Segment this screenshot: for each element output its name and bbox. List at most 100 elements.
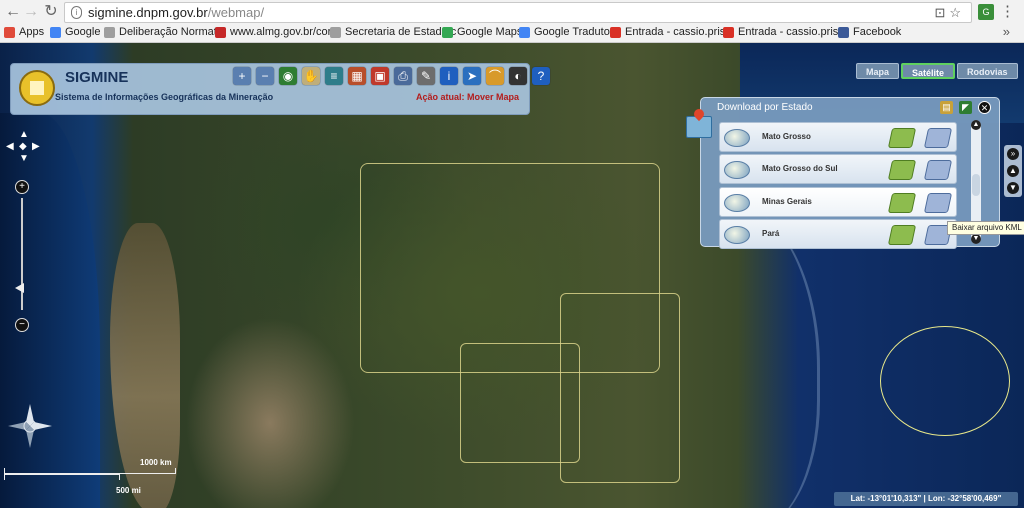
- kml-download-icon[interactable]: ◤: [959, 101, 972, 114]
- bookmark-8[interactable]: Entrada - cassio.prist: [723, 26, 841, 38]
- state-row[interactable]: Minas Gerais: [719, 187, 957, 217]
- shapefile-download-icon[interactable]: [887, 225, 917, 245]
- tool-buttons: + − ◉ ✋ ≡ ▦ ▣ ⎙ ✎ i ➤ ⌒ ◐?: [233, 67, 550, 85]
- extension-icon[interactable]: G: [978, 4, 994, 20]
- bookmark-star-icon[interactable]: ☆: [949, 5, 965, 20]
- pin-icon[interactable]: ➤: [463, 67, 481, 85]
- page-icon: [330, 26, 341, 38]
- expand-icon[interactable]: »: [1007, 148, 1019, 160]
- sigmine-logo: [19, 70, 55, 106]
- zoom-out-icon[interactable]: −: [256, 67, 274, 85]
- zoom-control: + −: [15, 180, 29, 332]
- draw-pencil-icon[interactable]: ✎: [417, 67, 435, 85]
- pan-right-icon[interactable]: ▶: [32, 142, 40, 152]
- down-icon[interactable]: ▼: [1007, 182, 1019, 194]
- kml-download-icon[interactable]: [923, 128, 953, 148]
- globe-icon[interactable]: ◉: [279, 67, 297, 85]
- map-type-1-button[interactable]: Satélite: [901, 63, 956, 79]
- map-type-2-button[interactable]: Rodovias: [957, 63, 1018, 79]
- bookmark-2[interactable]: Deliberação Normativ: [104, 26, 225, 38]
- state-border: [560, 293, 680, 483]
- bookmark-1[interactable]: Google: [50, 26, 100, 38]
- zoom-in-icon[interactable]: +: [233, 67, 251, 85]
- state-map-icon: [724, 129, 750, 147]
- shape-download-icon[interactable]: ▤: [940, 101, 953, 114]
- shapefile-download-icon[interactable]: [887, 193, 917, 213]
- scroll-down-icon[interactable]: ▼: [971, 234, 981, 244]
- scale-mi-bar: [4, 474, 120, 480]
- bookmark-label: Deliberação Normativ: [119, 26, 225, 38]
- app-title: SIGMINE: [65, 69, 129, 86]
- scroll-up-icon[interactable]: ▲: [971, 120, 981, 130]
- page-icon: [104, 26, 115, 38]
- bookmark-0[interactable]: Apps: [4, 26, 44, 38]
- info-icon[interactable]: i: [440, 67, 458, 85]
- browser-chrome: ← → ↻ i sigmine.dnpm.gov.br/webmap/ ⊡☆ G…: [0, 0, 1024, 43]
- back-icon[interactable]: ←: [4, 3, 22, 21]
- download-panel-title: Download por Estado: [717, 102, 813, 113]
- translate-icon[interactable]: ⊡: [934, 5, 949, 20]
- map-marker-icon[interactable]: [686, 116, 712, 138]
- pan-left-icon[interactable]: ◀: [6, 142, 14, 152]
- facebook-icon: [838, 26, 849, 38]
- bookmark-5[interactable]: Google Maps: [442, 26, 522, 38]
- bookmark-3[interactable]: www.almg.gov.br/cor: [215, 26, 331, 38]
- map-type-0-button[interactable]: Mapa: [856, 63, 900, 79]
- current-action: Ação atual: Mover Mapa: [415, 92, 519, 102]
- google-icon: [50, 26, 61, 38]
- bookmarks-overflow-button[interactable]: »: [1003, 24, 1010, 39]
- pan-down-icon[interactable]: ▼: [19, 154, 29, 164]
- forward-icon[interactable]: →: [22, 3, 40, 21]
- bookmark-label: www.almg.gov.br/cor: [230, 26, 332, 38]
- map-type-switcher: Mapa Satélite Rodovias: [856, 63, 1018, 79]
- gmail-icon: [610, 26, 621, 38]
- apps-grid-icon: [4, 26, 15, 38]
- state-row[interactable]: Mato Grosso do Sul: [719, 154, 957, 184]
- zoom-out-button[interactable]: −: [15, 318, 29, 332]
- pan-up-icon[interactable]: ▲: [19, 130, 29, 140]
- bookmark-label: Google: [65, 26, 101, 38]
- zoom-slider-thumb[interactable]: [15, 283, 24, 293]
- reload-icon[interactable]: ↻: [42, 3, 60, 21]
- close-icon[interactable]: ✕: [978, 101, 991, 114]
- bookmark-7[interactable]: Entrada - cassio.prist: [610, 26, 728, 38]
- bookmark-label: Facebook: [853, 26, 902, 38]
- kml-download-icon[interactable]: [923, 193, 953, 213]
- bookmark-9[interactable]: Facebook: [838, 26, 901, 38]
- zoom-in-button[interactable]: +: [15, 180, 29, 194]
- layer-select-icon[interactable]: ▣: [371, 67, 389, 85]
- zoom-track[interactable]: [21, 198, 23, 310]
- up-icon[interactable]: ▲: [1007, 165, 1019, 177]
- map-layers-icon[interactable]: ▦: [348, 67, 366, 85]
- almg-icon: [215, 26, 226, 38]
- browser-menu-icon[interactable]: ⋮: [1000, 2, 1015, 20]
- print-icon[interactable]: ⎙: [394, 67, 412, 85]
- scroll-thumb[interactable]: [972, 174, 980, 196]
- territorial-boundary: [880, 326, 1010, 436]
- url-text: sigmine.dnpm.gov.br/webmap/: [88, 5, 264, 20]
- hand-pan-icon[interactable]: ✋: [302, 67, 320, 85]
- gmail-icon: [723, 26, 734, 38]
- bookmark-6[interactable]: Google Tradutor: [519, 26, 614, 38]
- state-map-icon: [724, 161, 750, 179]
- kml-download-icon[interactable]: [923, 160, 953, 180]
- coordinate-readout: Lat: -13°01'10,313" | Lon: -32°58'00,469…: [834, 492, 1018, 506]
- layers-icon[interactable]: ≡: [325, 67, 343, 85]
- page-info-icon[interactable]: i: [71, 6, 82, 19]
- bookmark-label: Secretaria de Estado c: [345, 26, 457, 38]
- help-icon[interactable]: ?: [532, 67, 550, 85]
- state-row[interactable]: Mato Grosso: [719, 122, 957, 152]
- bookmark-4[interactable]: Secretaria de Estado c: [330, 26, 456, 38]
- measure-icon[interactable]: ⌒: [486, 67, 504, 85]
- state-name: Mato Grosso do Sul: [762, 164, 838, 173]
- shapefile-download-icon[interactable]: [887, 128, 917, 148]
- sigmine-toolbar: SIGMINE Sistema de Informações Geográfic…: [10, 63, 550, 115]
- scale-bar: 1000 km 500 mi: [4, 458, 204, 500]
- pan-center-icon[interactable]: ◆: [19, 142, 27, 152]
- fullscreen-icon[interactable]: ◐: [509, 67, 527, 85]
- app-subtitle: Sistema de Informações Geográficas da Mi…: [55, 92, 274, 102]
- scale-km-label: 1000 km: [140, 458, 172, 467]
- address-bar[interactable]: i sigmine.dnpm.gov.br/webmap/ ⊡☆: [64, 2, 972, 23]
- state-row[interactable]: Pará: [719, 219, 957, 249]
- shapefile-download-icon[interactable]: [887, 160, 917, 180]
